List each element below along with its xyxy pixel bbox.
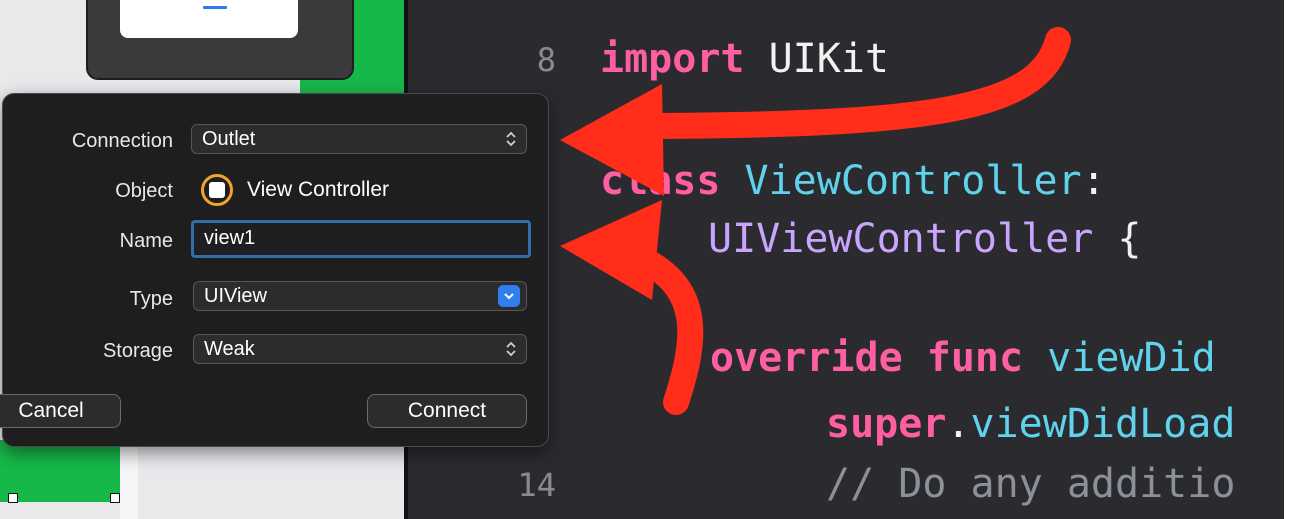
code-line-superclass[interactable]: UIViewController { bbox=[708, 215, 1142, 263]
method-call: viewDidLoad bbox=[970, 401, 1236, 447]
view-controller-icon bbox=[201, 174, 233, 206]
code-line-super[interactable]: super.viewDidLoad bbox=[826, 400, 1235, 448]
storage-popup[interactable]: Weak bbox=[193, 334, 527, 364]
green-view-selected[interactable] bbox=[0, 440, 120, 502]
resize-handle-bottom-right[interactable] bbox=[110, 493, 120, 503]
up-down-chevron-icon bbox=[504, 128, 518, 150]
code-line-import[interactable]: import UIKit bbox=[600, 35, 889, 83]
type-value: UIView bbox=[204, 285, 267, 307]
keyword-super: super bbox=[826, 401, 947, 447]
line-number: 8 bbox=[536, 41, 556, 79]
class-name: ViewController bbox=[744, 158, 1082, 204]
up-down-chevron-icon bbox=[504, 338, 518, 360]
resize-handle-bottom-left[interactable] bbox=[8, 493, 18, 503]
keyword-import: import bbox=[600, 36, 745, 82]
connection-popover[interactable]: Connection Outlet Object View Controller… bbox=[0, 93, 549, 447]
module-name: UIKit bbox=[768, 36, 890, 82]
type-combo-box[interactable]: UIView bbox=[193, 281, 527, 311]
colon: : bbox=[1081, 158, 1106, 204]
editor-edge bbox=[1284, 0, 1298, 519]
chevron-down-icon[interactable] bbox=[498, 285, 520, 307]
keyword-class: class bbox=[600, 158, 721, 204]
dot: . bbox=[946, 401, 971, 447]
function-name: viewDid bbox=[1047, 335, 1216, 381]
thumbnail-button-glyph bbox=[203, 6, 227, 9]
line-number: 14 bbox=[517, 466, 556, 504]
code-line-override[interactable]: override func viewDid bbox=[710, 334, 1216, 382]
storage-value: Weak bbox=[204, 338, 255, 360]
open-brace: { bbox=[1117, 216, 1142, 262]
cancel-button[interactable]: Cancel bbox=[0, 394, 121, 428]
name-input[interactable]: view1 bbox=[191, 220, 531, 258]
type-label: Type bbox=[129, 288, 173, 310]
object-value: View Controller bbox=[247, 178, 390, 201]
keyword-func: func bbox=[926, 335, 1024, 381]
code-line-comment[interactable]: // Do any additio bbox=[826, 460, 1235, 508]
object-label: Object bbox=[115, 180, 173, 202]
comment-text: // Do any additio bbox=[826, 461, 1236, 507]
keyword-override: override bbox=[710, 335, 903, 381]
name-label: Name bbox=[119, 230, 173, 252]
connect-button[interactable]: Connect bbox=[367, 394, 527, 428]
code-line-class[interactable]: class ViewController: bbox=[600, 157, 1106, 205]
connection-popup[interactable]: Outlet bbox=[191, 124, 527, 154]
storage-label: Storage bbox=[102, 340, 173, 362]
superclass-name: UIViewController bbox=[708, 216, 1094, 262]
connection-label: Connection bbox=[71, 130, 173, 152]
canvas-background-strip bbox=[120, 440, 138, 519]
connection-value: Outlet bbox=[202, 128, 256, 150]
